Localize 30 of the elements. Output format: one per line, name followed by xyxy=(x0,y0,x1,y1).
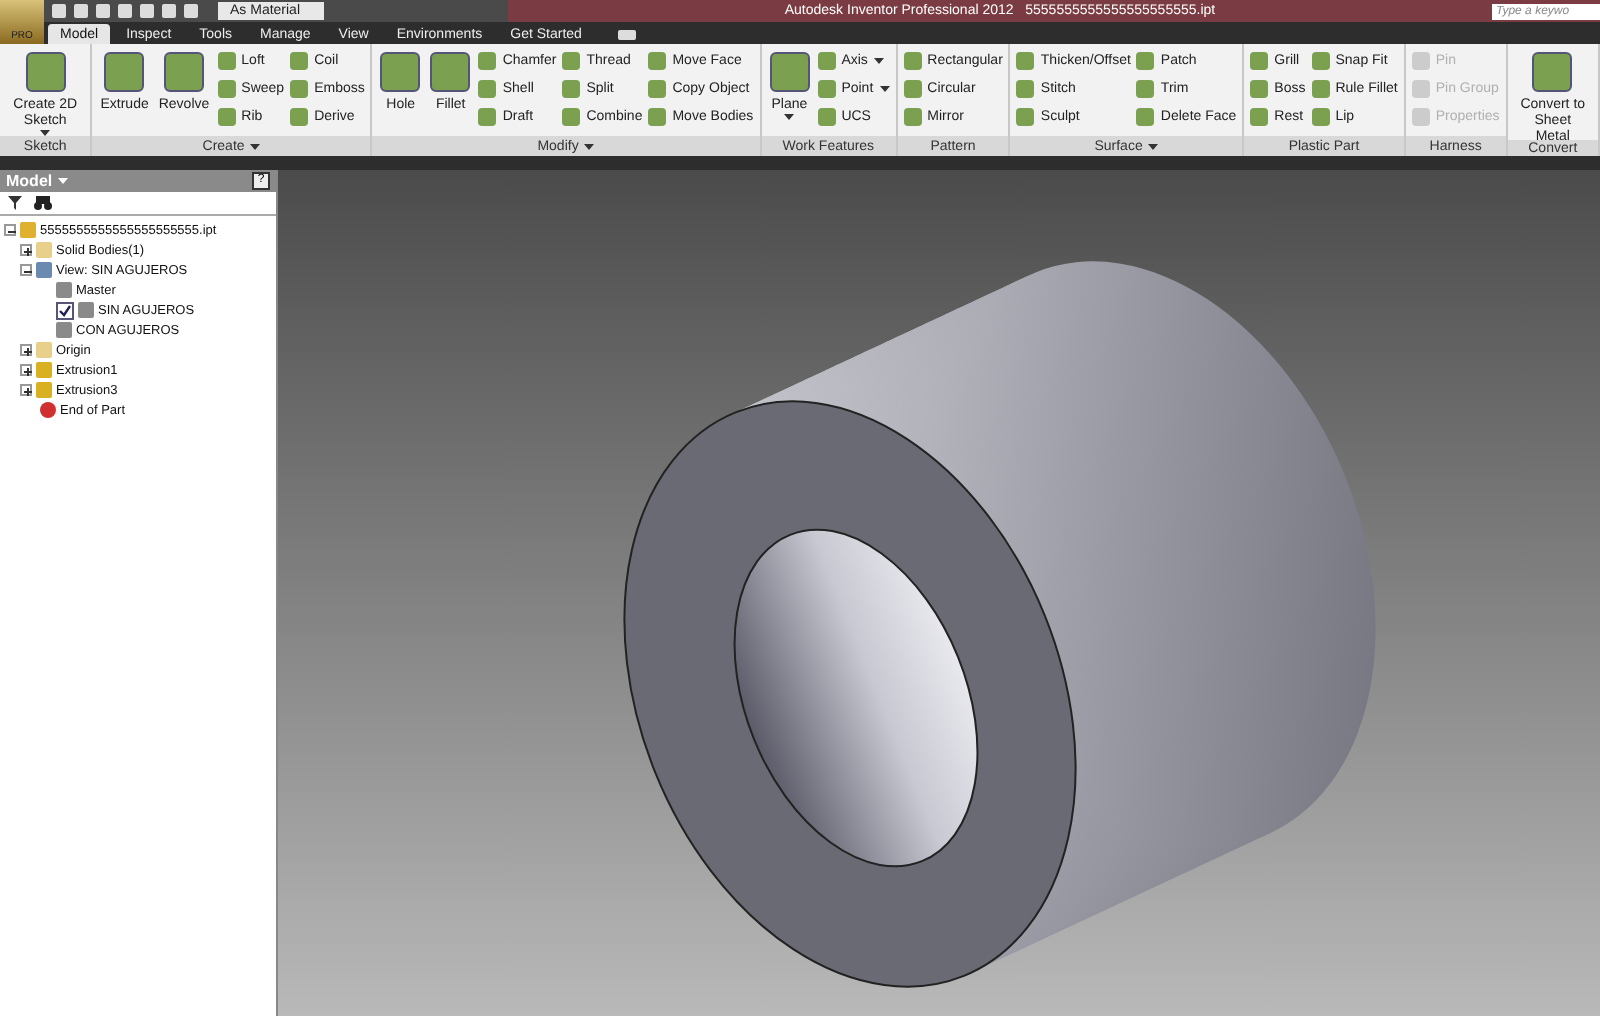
binoculars-icon[interactable] xyxy=(34,196,52,210)
caret-icon xyxy=(1148,143,1159,150)
expand-button[interactable] xyxy=(20,244,32,256)
tool-icon xyxy=(1532,52,1573,92)
tool-icon xyxy=(104,52,145,92)
end-icon xyxy=(40,402,56,418)
tool-icon xyxy=(430,52,471,92)
tool-icon xyxy=(25,52,66,92)
collapse-button[interactable] xyxy=(20,264,32,276)
caret-icon xyxy=(784,114,795,120)
view-icon xyxy=(36,262,52,278)
3d-viewport[interactable] xyxy=(278,170,1600,1016)
folder-icon xyxy=(36,242,52,258)
tool-icon xyxy=(380,52,421,92)
folder-icon xyxy=(36,342,52,358)
checkbox[interactable] xyxy=(56,301,74,319)
caret-icon xyxy=(58,178,69,185)
collapse-button[interactable] xyxy=(4,224,16,236)
expand-button[interactable] xyxy=(20,364,32,376)
caret-icon xyxy=(584,143,595,150)
tool-icon xyxy=(769,52,810,92)
expand-button[interactable] xyxy=(20,344,32,356)
caret-icon xyxy=(873,58,884,64)
part-icon xyxy=(20,222,36,238)
camera-icon[interactable] xyxy=(617,30,636,40)
filter-icon[interactable] xyxy=(8,196,22,210)
tool-icon xyxy=(164,52,204,92)
caret-icon xyxy=(250,143,261,150)
expand-button[interactable] xyxy=(20,384,32,396)
caret-icon xyxy=(879,86,890,92)
